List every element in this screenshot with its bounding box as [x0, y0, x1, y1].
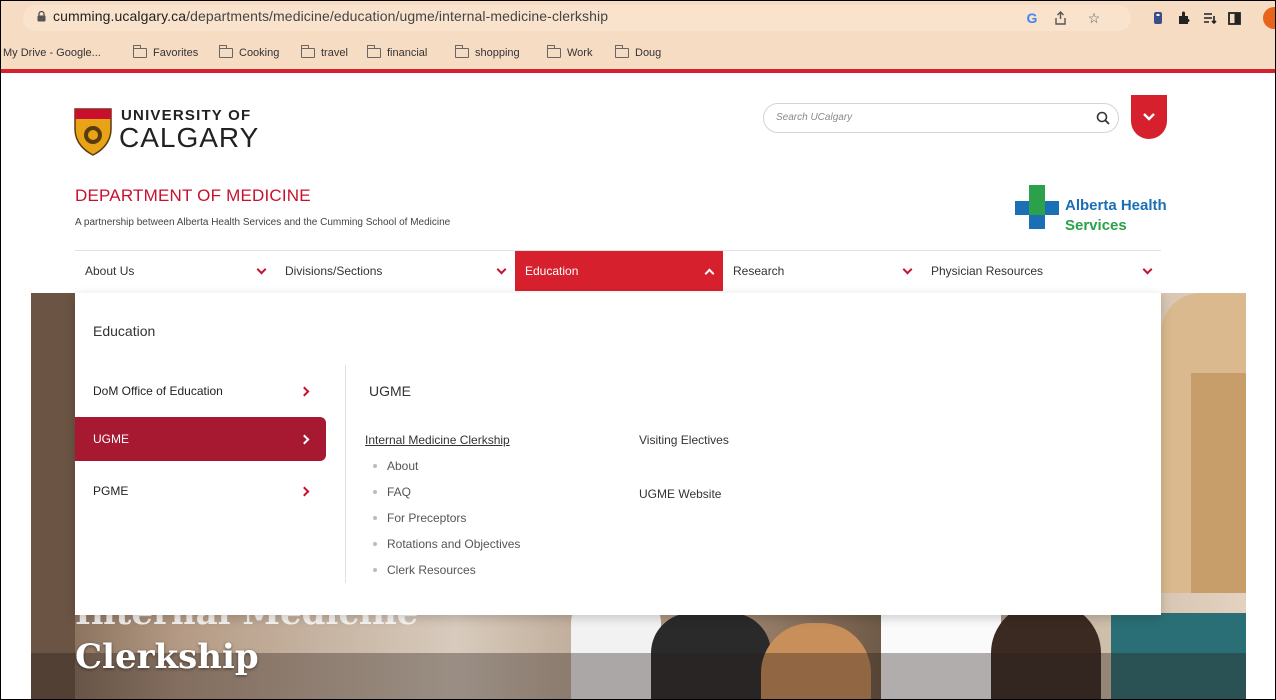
lock-icon[interactable]	[37, 11, 46, 22]
folder-icon	[547, 45, 561, 58]
sublink-rotations-and-objectives[interactable]: Rotations and Objectives	[373, 537, 520, 551]
bullet-icon	[373, 464, 377, 468]
nav-item-about-us[interactable]: About Us	[75, 251, 275, 291]
star-icon[interactable]: ☆	[1085, 9, 1103, 27]
folder-icon	[133, 45, 147, 58]
sublink-for-preceptors[interactable]: For Preceptors	[373, 511, 466, 525]
university-crest-icon[interactable]	[73, 107, 113, 157]
reading-list-icon[interactable]	[1201, 9, 1219, 27]
chevron-up-icon	[704, 268, 715, 278]
dropdown-divider	[345, 365, 346, 583]
chevron-down-icon	[1143, 113, 1155, 121]
url-path: /departments/medicine/education/ugme/int…	[186, 8, 609, 24]
dropdown-item-ugme[interactable]: UGME	[75, 417, 326, 461]
bullet-icon	[373, 542, 377, 546]
dropdown-item-dom-office-of-education[interactable]: DoM Office of Education	[75, 369, 326, 413]
dropdown-item-pgme[interactable]: PGME	[75, 469, 326, 513]
bookmark-work[interactable]: Work	[547, 45, 592, 59]
folder-icon	[455, 45, 469, 58]
link-internal-medicine-clerkship[interactable]: Internal Medicine Clerkship	[365, 433, 510, 447]
partner-name-line1: Alberta Health	[1065, 197, 1167, 214]
education-dropdown-panel: Education DoM Office of Education UGME P…	[75, 293, 1161, 615]
nav-item-education[interactable]: Education	[515, 251, 723, 291]
sublink-about[interactable]: About	[373, 459, 418, 473]
bookmark-travel[interactable]: travel	[301, 45, 348, 59]
logo-text-bottom[interactable]: CALGARY	[119, 122, 259, 154]
google-icon[interactable]: G	[1023, 9, 1041, 27]
main-nav: About Us Divisions/Sections Education Re…	[75, 251, 1161, 291]
browser-window: cumming.ucalgary.ca/departments/medicine…	[0, 0, 1276, 700]
link-visiting-electives[interactable]: Visiting Electives	[639, 433, 729, 447]
chevron-down-icon	[496, 264, 507, 274]
search-icon[interactable]	[1096, 111, 1110, 125]
chevron-right-icon	[299, 434, 310, 444]
bookmark-favorites[interactable]: Favorites	[133, 45, 198, 59]
address-bar-row: cumming.ucalgary.ca/departments/medicine…	[1, 1, 1275, 37]
nav-item-divisions-sections[interactable]: Divisions/Sections	[275, 251, 515, 291]
bookmark-doug[interactable]: Doug	[615, 45, 661, 59]
sublink-faq[interactable]: FAQ	[373, 485, 411, 499]
chevron-right-icon	[299, 486, 310, 496]
bookmark-shopping[interactable]: shopping	[455, 45, 520, 59]
url-text[interactable]: cumming.ucalgary.ca/departments/medicine…	[53, 8, 608, 24]
folder-icon	[219, 45, 233, 58]
bookmark-financial[interactable]: financial	[367, 45, 427, 59]
puzzle-icon[interactable]	[1175, 9, 1193, 27]
bookmarks-bar: My Drive - Google... Favorites Cooking t…	[1, 37, 1275, 73]
menu-toggle-button[interactable]	[1131, 95, 1167, 139]
chevron-right-icon	[299, 386, 310, 396]
share-icon[interactable]	[1051, 9, 1069, 27]
profile-icon[interactable]	[1263, 7, 1275, 29]
sublink-clerk-resources[interactable]: Clerk Resources	[373, 563, 476, 577]
sidepanel-icon[interactable]	[1225, 9, 1243, 27]
bullet-icon	[373, 490, 377, 494]
bookmark-cooking[interactable]: Cooking	[219, 45, 279, 59]
department-subtitle: A partnership between Alberta Health Ser…	[75, 217, 451, 228]
search-input[interactable]: Search UCalgary	[763, 103, 1119, 133]
search-placeholder: Search UCalgary	[776, 112, 853, 123]
folder-icon	[367, 45, 381, 58]
chevron-down-icon	[902, 264, 913, 274]
chevron-down-icon	[1142, 264, 1153, 274]
dropdown-section-title[interactable]: UGME	[369, 383, 411, 399]
ahs-logo-icon[interactable]	[1013, 181, 1065, 233]
link-ugme-website[interactable]: UGME Website	[639, 487, 721, 501]
bullet-icon	[373, 516, 377, 520]
extension-icon[interactable]	[1149, 9, 1167, 27]
bookmark-my-drive[interactable]: My Drive - Google...	[3, 47, 101, 59]
chevron-down-icon	[256, 264, 267, 274]
partner-name-line2: Services	[1065, 217, 1127, 234]
hero-title: Clerkship	[75, 637, 259, 677]
department-title[interactable]: DEPARTMENT OF MEDICINE	[75, 186, 311, 206]
nav-item-research[interactable]: Research	[723, 251, 921, 291]
folder-icon	[615, 45, 629, 58]
bullet-icon	[373, 568, 377, 572]
dropdown-heading[interactable]: Education	[93, 323, 155, 339]
folder-icon	[301, 45, 315, 58]
url-host: cumming.ucalgary.ca	[53, 8, 187, 24]
nav-item-physician-resources[interactable]: Physician Resources	[921, 251, 1161, 291]
